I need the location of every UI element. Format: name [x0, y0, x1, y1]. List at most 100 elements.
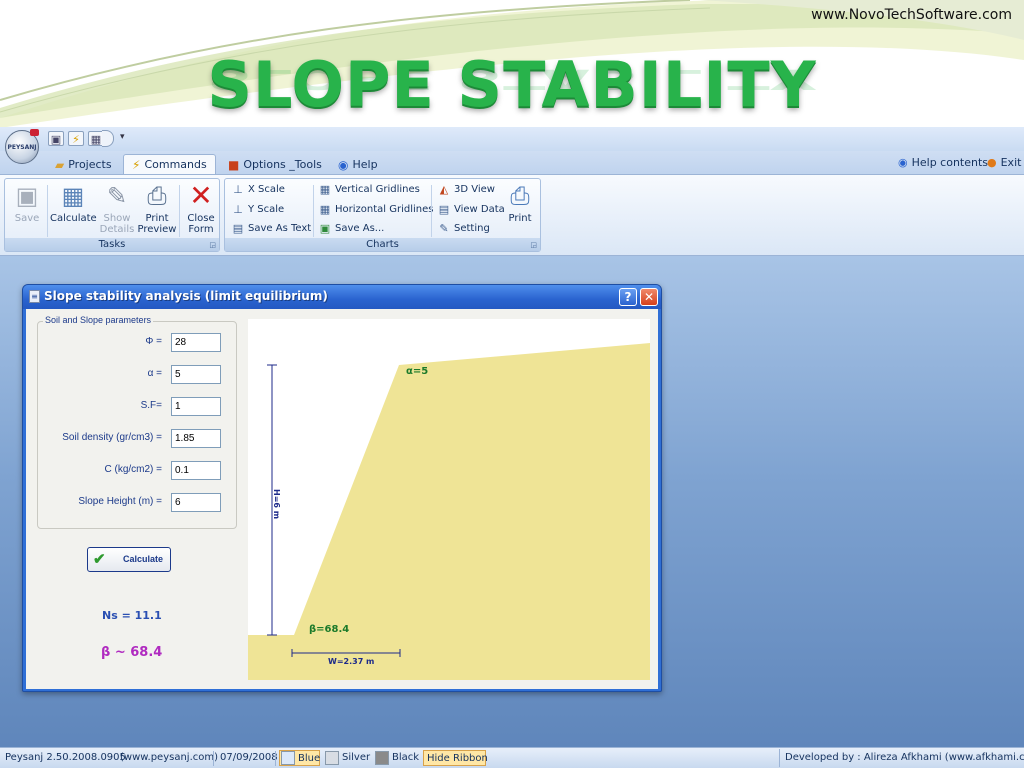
phi-label: Φ = [145, 336, 162, 347]
slope-height-input[interactable] [171, 493, 221, 512]
dialog-title-bar[interactable]: ≡ Slope stability analysis (limit equili… [23, 285, 661, 309]
close-x-icon: ✕ [189, 179, 213, 212]
orb-label: PEYSANJ [7, 143, 37, 151]
status-divider [213, 751, 214, 766]
site-url[interactable]: www.NovoTechSoftware.com [811, 7, 1012, 23]
vertical-gridlines-button[interactable]: ▦ Vertical Gridlines [318, 181, 420, 199]
cohesion-label: C (kg/cm2) = [104, 464, 162, 475]
exit-link[interactable]: ● Exit [987, 155, 1021, 171]
safety-factor-input[interactable] [171, 397, 221, 416]
lightning-icon[interactable]: ⚡ [68, 131, 84, 146]
charts-group: ⊥ X Scale ⊥ Y Scale ▤ Save As Text ▦ Ver… [224, 178, 541, 252]
tab-commands[interactable]: ⚡ Commands [123, 154, 216, 175]
beta-result: β ~ 68.4 [101, 645, 163, 660]
x-scale-button[interactable]: ⊥ X Scale [231, 181, 285, 199]
close-form-button[interactable]: ✕ Close Form [179, 181, 223, 239]
calculate-button[interactable]: ▦ Calculate [50, 181, 97, 239]
dialog-help-button[interactable]: ? [619, 288, 637, 306]
alpha-label: α = [147, 368, 162, 379]
horizontal-gridlines-button[interactable]: ▦ Horizontal Gridlines [318, 201, 434, 219]
3d-view-button[interactable]: ◭ 3D View [437, 181, 495, 199]
save-as-button[interactable]: ▣ Save As... [318, 220, 385, 238]
param-row-safety-factor: S.F= [38, 397, 238, 417]
palette-icon: ■ [228, 157, 240, 172]
application-window: PEYSANJ ▣ ⚡ ▦ ▾ ▰ Projects ⚡ Commands ■ … [0, 127, 1024, 768]
slope-stability-dialog: ≡ Slope stability analysis (limit equili… [22, 284, 662, 692]
scale-icon: ⊥ [233, 183, 243, 196]
ns-result: Ns = 11.1 [102, 609, 162, 622]
tab-help[interactable]: ◉ Help [330, 154, 386, 175]
group-divider [313, 185, 314, 237]
blue-theme-button[interactable]: Blue [279, 750, 320, 766]
application-orb-button[interactable]: PEYSANJ [5, 129, 39, 164]
version-text: Peysanj 2.50.2008.0905 [5, 752, 126, 763]
tab-label: Projects [68, 157, 112, 171]
developer-text: Developed by : Alireza Afkhami (www.afkh… [785, 752, 1024, 763]
help-contents-label: Help contents [911, 156, 989, 169]
developer-credit: Developed by : Alireza Afkhami (www.afkh… [779, 749, 1024, 767]
blue-swatch [281, 751, 295, 765]
dialog-launcher-icon[interactable]: ◲ [530, 241, 537, 249]
tab-options-tools[interactable]: ■ Options _Tools [220, 154, 330, 175]
show-details-button[interactable]: ✎ Show Details [95, 181, 139, 239]
tasks-group: ▣ Save ▦ Calculate ✎ Show Details ⎙ Prin… [4, 178, 220, 252]
ribbon-panel: ▣ Save ▦ Calculate ✎ Show Details ⎙ Prin… [0, 174, 1024, 256]
checkmark-icon: ✔ [93, 551, 106, 568]
phi-input[interactable] [171, 333, 221, 352]
help-icon: ◉ [898, 156, 908, 169]
black-swatch[interactable] [375, 751, 389, 765]
dialog-launcher-icon[interactable]: ◲ [209, 241, 216, 249]
soil-slope-parameters-group: Soil and Slope parameters Φ = α = S.F= S… [37, 315, 238, 529]
customize-dropdown-icon[interactable]: ▾ [120, 132, 125, 142]
document-icon: ≡ [29, 290, 40, 303]
grid-icon: ▦ [319, 203, 331, 216]
save-icon[interactable]: ▣ [48, 131, 64, 146]
exit-label: Exit [1000, 156, 1022, 169]
dialog-title: Slope stability analysis (limit equilibr… [44, 289, 328, 303]
ribbon-tab-bar: ▰ Projects ⚡ Commands ■ Options _Tools ◉… [0, 151, 1024, 175]
save-button[interactable]: ▣ Save [5, 181, 49, 239]
setting-button[interactable]: ✎ Setting [437, 220, 489, 238]
slope-height-label: Slope Height (m) = [78, 496, 162, 507]
y-scale-button[interactable]: ⊥ Y Scale [231, 201, 284, 219]
grid-icon: ▦ [319, 183, 331, 196]
height-annotation: H=6 m [272, 489, 281, 519]
tab-label: Help [352, 157, 378, 171]
printer-icon: ⎙ [510, 182, 530, 210]
param-row-cohesion: C (kg/cm2) = [38, 461, 238, 481]
hide-ribbon-button[interactable]: Hide Ribbon [423, 750, 488, 766]
chart-print-button[interactable]: ⎙ Print [499, 181, 541, 239]
black-theme-button[interactable]: Black [392, 752, 419, 763]
param-row-alpha: α = [38, 365, 238, 385]
save-as-text-button[interactable]: ▤ Save As Text [231, 220, 311, 238]
beta-annotation: β=68.4 [309, 624, 349, 635]
soil-density-input[interactable] [171, 429, 221, 448]
print-preview-button[interactable]: ⎙ Print Preview [135, 181, 179, 239]
silver-swatch[interactable] [325, 751, 339, 765]
tab-projects[interactable]: ▰ Projects [47, 154, 120, 175]
alpha-annotation: α=5 [406, 366, 428, 377]
notepad-icon: ✎ [106, 182, 128, 210]
calculate-button[interactable]: ✔ Calculate [87, 547, 171, 572]
slope-diagram-svg: α=5 β=68.4 H=6 m W=2.37 m [248, 343, 650, 680]
dialog-close-button[interactable]: ✕ [640, 288, 658, 306]
group-divider [47, 185, 48, 237]
silver-theme-button[interactable]: Silver [342, 752, 370, 763]
slide-title: SLOPE STABILITY [207, 48, 817, 121]
charts-group-label: Charts [225, 238, 540, 251]
help-icon: ◉ [338, 157, 349, 172]
help-contents-link[interactable]: ◉ Help contents [898, 155, 988, 171]
view-data-button[interactable]: ▤ View Data [437, 201, 505, 219]
slide-header: www.NovoTechSoftware.com SLOPE STABILITY… [0, 0, 1024, 130]
cohesion-input[interactable] [171, 461, 221, 480]
save-text-icon: ▤ [232, 222, 244, 235]
tab-label: Options _Tools [243, 157, 322, 171]
blue-label: Blue [298, 753, 321, 764]
alpha-input[interactable] [171, 365, 221, 384]
param-row-phi: Φ = [38, 333, 238, 353]
scale-icon: ⊥ [233, 203, 243, 216]
status-bar: Peysanj 2.50.2008.0905 (www.peysanj.com)… [0, 747, 1024, 768]
folder-icon: ▰ [55, 157, 65, 172]
quick-access-toolbar: PEYSANJ ▣ ⚡ ▦ ▾ [0, 127, 1024, 164]
safety-factor-label: S.F= [140, 400, 162, 411]
